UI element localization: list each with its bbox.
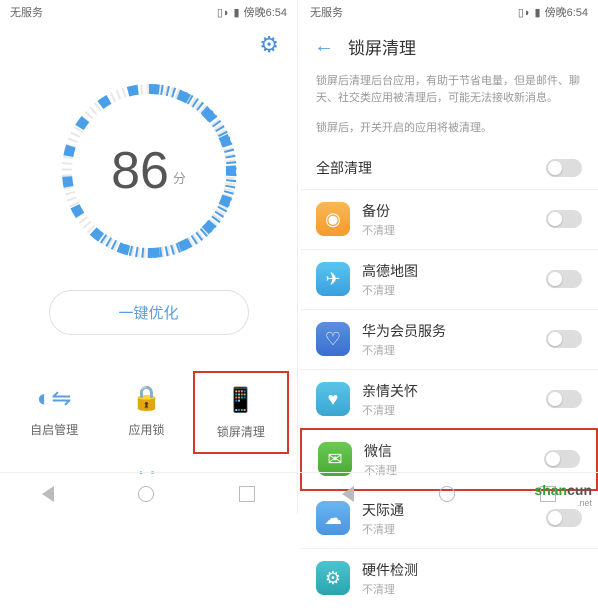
score-gauge: 86 分 [54, 76, 244, 266]
toggle-icon: ◐⇋ [12, 383, 96, 413]
description-2: 锁屏后，开关开启的应用将被清理。 [300, 116, 598, 147]
watermark: shancun .net [534, 482, 592, 508]
vibrate-icon: ▯◗ [518, 6, 531, 19]
app-toggle[interactable] [546, 210, 582, 228]
app-toggle[interactable] [546, 390, 582, 408]
huawei-member-icon: ♡ [316, 322, 350, 356]
app-sub: 不清理 [362, 222, 546, 238]
page-header: ← 锁屏清理 [300, 24, 598, 69]
applock-button[interactable]: 🔒 应用锁 [100, 371, 192, 454]
page-title: 锁屏清理 [348, 34, 416, 59]
app-name: 华为会员服务 [362, 321, 546, 341]
app-sub: 不清理 [362, 342, 546, 358]
status-time: 傍晚6:54 [545, 4, 588, 20]
app-row-huawei-member[interactable]: ♡ 华为会员服务不清理 [300, 310, 598, 370]
amap-icon: ✈ [316, 262, 350, 296]
status-right: ▯◗ ▮ 傍晚6:54 [217, 4, 287, 20]
status-service: 无服务 [10, 4, 217, 20]
lock-icon: 🔒 [104, 383, 188, 413]
app-sub: 不清理 [362, 402, 546, 418]
applock-label: 应用锁 [104, 421, 188, 438]
optimize-button[interactable]: 一键优化 [49, 290, 249, 335]
status-service: 无服务 [310, 4, 518, 20]
phone-cleanup-icon: 📱 [199, 385, 283, 415]
back-button[interactable] [42, 486, 54, 502]
backup-icon: ◉ [316, 202, 350, 236]
clean-all-row[interactable]: 全部清理 [300, 147, 598, 190]
family-icon: ♥ [316, 382, 350, 416]
home-button[interactable] [138, 486, 154, 502]
app-row-amap[interactable]: ✈ 高德地图不清理 [300, 250, 598, 310]
clean-all-toggle[interactable] [546, 159, 582, 177]
status-bar: 无服务 ▯◗ ▮ 傍晚6:54 [0, 0, 297, 24]
back-arrow-icon[interactable]: ← [314, 35, 334, 58]
lockscreen-cleanup-screen: 无服务 ▯◗ ▮ 傍晚6:54 ← 锁屏清理 锁屏后清理后台应用，有助于节省电量… [300, 0, 598, 514]
app-row-hwtest[interactable]: ⚙ 硬件检测不清理 [300, 549, 598, 608]
app-row-family[interactable]: ♥ 亲情关怀不清理 [300, 370, 598, 430]
recents-button[interactable] [239, 486, 255, 502]
app-name: 微信 [364, 441, 544, 461]
bottom-nav: ◐⇋ 自启管理 🔒 应用锁 📱 锁屏清理 [0, 371, 297, 454]
status-time: 傍晚6:54 [244, 4, 287, 20]
lockscreen-cleanup-button[interactable]: 📱 锁屏清理 [193, 371, 289, 454]
phone-manager-screen: 无服务 ▯◗ ▮ 傍晚6:54 ⚙ 86 分 一键优化 [0, 0, 298, 514]
hwtest-icon: ⚙ [316, 561, 350, 595]
app-name: 亲情关怀 [362, 381, 546, 401]
gear-icon[interactable]: ⚙ [259, 32, 279, 58]
home-button[interactable] [439, 486, 455, 502]
wechat-icon: ✉ [318, 442, 352, 476]
vibrate-icon: ▯◗ [217, 6, 230, 19]
app-sub: 不清理 [362, 282, 546, 298]
app-toggle[interactable] [546, 270, 582, 288]
app-name: 硬件检测 [362, 560, 582, 580]
back-button[interactable] [342, 486, 354, 502]
app-name: 高德地图 [362, 261, 546, 281]
autostart-button[interactable]: ◐⇋ 自启管理 [8, 371, 100, 454]
description-1: 锁屏后清理后台应用，有助于节省电量，但是邮件、聊天、社交类应用被清理后，可能无法… [300, 69, 598, 116]
app-name: 备份 [362, 201, 546, 221]
autostart-label: 自启管理 [12, 421, 96, 438]
battery-icon: ▮ [234, 6, 240, 19]
app-toggle[interactable] [544, 450, 580, 468]
clean-all-label: 全部清理 [316, 158, 546, 178]
status-bar: 无服务 ▯◗ ▮ 傍晚6:54 [300, 0, 598, 24]
app-toggle[interactable] [546, 330, 582, 348]
status-right: ▯◗ ▮ 傍晚6:54 [518, 4, 588, 20]
android-navbar [0, 472, 297, 514]
app-sub: 不清理 [362, 521, 546, 537]
app-sub: 不清理 [362, 581, 582, 597]
lockscreen-cleanup-label: 锁屏清理 [199, 423, 283, 440]
battery-icon: ▮ [535, 6, 541, 19]
app-row-backup[interactable]: ◉ 备份不清理 [300, 190, 598, 250]
